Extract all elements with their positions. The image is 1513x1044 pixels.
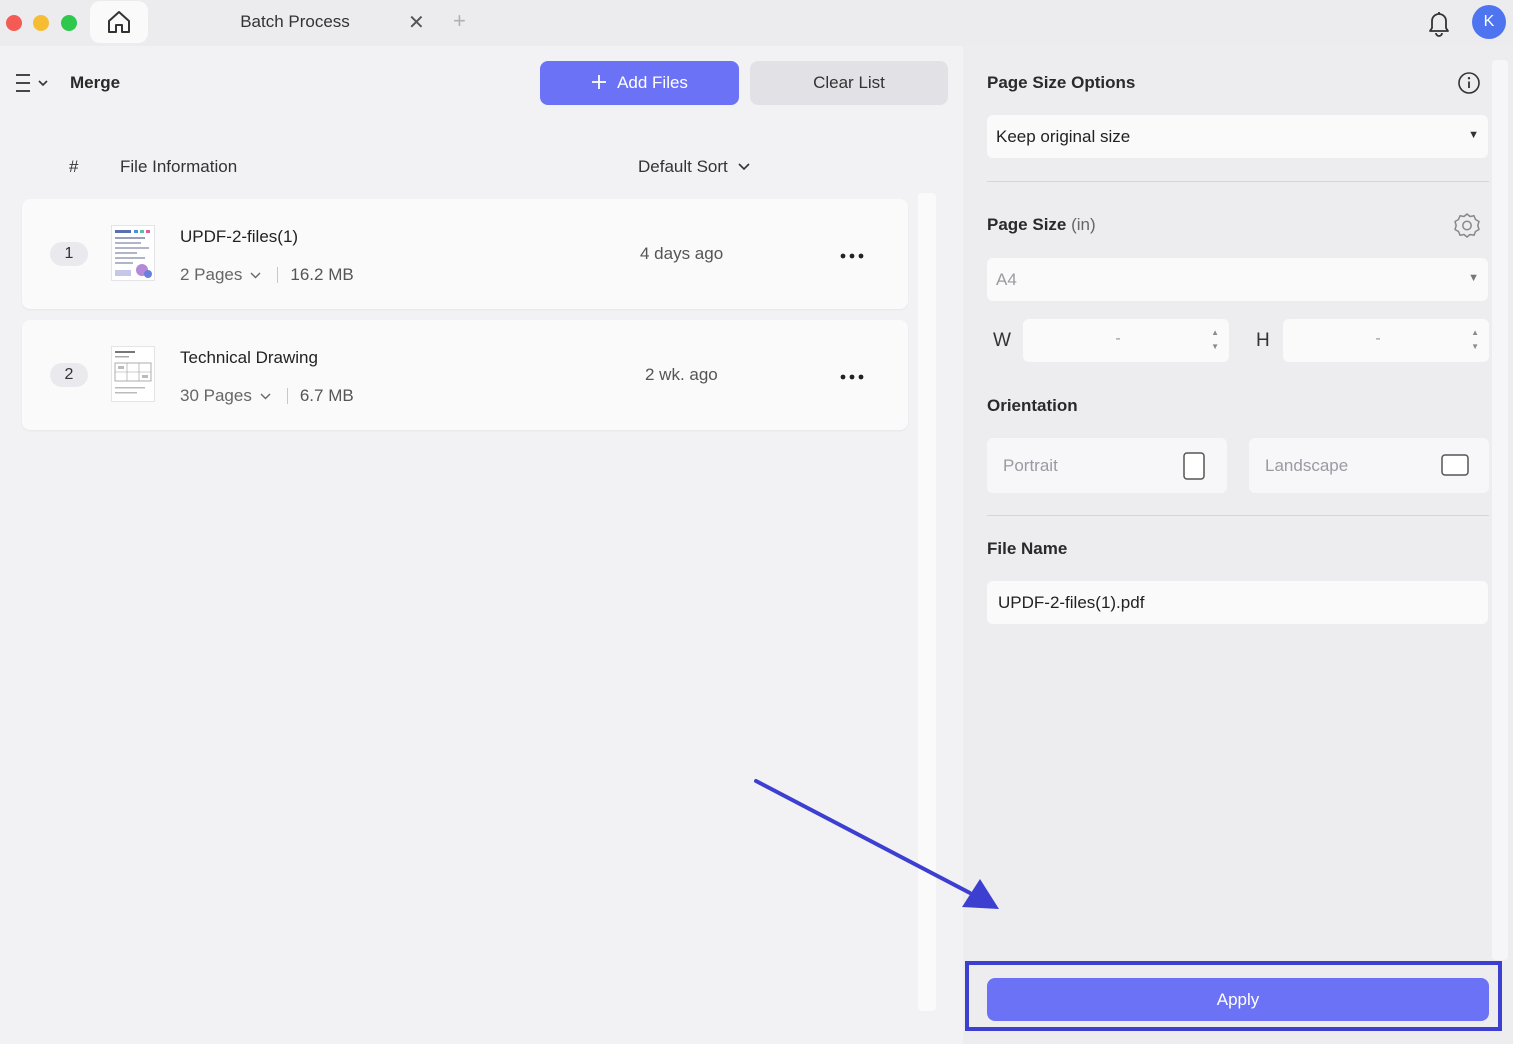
divider bbox=[286, 388, 288, 404]
divider bbox=[987, 181, 1489, 182]
add-files-button[interactable]: Add Files bbox=[540, 61, 739, 105]
file-row[interactable]: 1 UPDF-2-files(1) 2 Pages 16.2 MB 4 days… bbox=[22, 199, 908, 309]
row-index-badge: 2 bbox=[50, 363, 88, 387]
close-window-button[interactable] bbox=[6, 15, 22, 31]
new-tab-icon[interactable]: + bbox=[453, 8, 466, 34]
home-icon bbox=[108, 11, 130, 33]
caret-down-icon: ▼ bbox=[1468, 129, 1479, 141]
height-label: H bbox=[1256, 330, 1270, 351]
divider bbox=[987, 515, 1489, 516]
file-row[interactable]: 2 Technical Drawing 30 Pages 6.7 MB 2 wk… bbox=[22, 320, 908, 430]
minimize-window-button[interactable] bbox=[33, 15, 49, 31]
maximize-window-button[interactable] bbox=[61, 15, 77, 31]
title-bar: Batch Process ✕ + K bbox=[0, 0, 1513, 46]
file-name: UPDF-2-files(1) bbox=[180, 227, 299, 246]
sort-dropdown[interactable]: Default Sort bbox=[638, 157, 750, 177]
row-index-badge: 1 bbox=[50, 242, 88, 266]
page-count-dropdown[interactable]: 2 Pages bbox=[180, 265, 261, 285]
clear-list-button[interactable]: Clear List bbox=[750, 61, 948, 105]
menu-dropdown-icon[interactable] bbox=[14, 72, 50, 99]
file-meta: 2 Pages 16.2 MB bbox=[180, 265, 354, 285]
portrait-page-icon bbox=[1183, 452, 1205, 480]
options-panel-scrollbar[interactable] bbox=[1492, 60, 1508, 960]
file-thumbnail bbox=[111, 346, 155, 402]
sort-label: Default Sort bbox=[638, 157, 728, 176]
tab-batch-process[interactable]: Batch Process bbox=[180, 12, 410, 32]
plus-icon bbox=[591, 73, 607, 93]
width-stepper[interactable]: - ▲ ▼ bbox=[1023, 319, 1229, 362]
divider bbox=[277, 267, 279, 283]
page-size-options-label: Page Size Options bbox=[987, 73, 1136, 92]
portrait-option[interactable]: Portrait bbox=[987, 438, 1227, 493]
more-options-icon[interactable] bbox=[840, 360, 864, 386]
file-name: Technical Drawing bbox=[180, 348, 318, 367]
home-button[interactable] bbox=[90, 1, 148, 43]
more-options-icon[interactable] bbox=[840, 239, 864, 265]
caret-down-icon: ▼ bbox=[1468, 272, 1479, 284]
add-files-label: Add Files bbox=[617, 73, 688, 92]
chevron-down-icon bbox=[738, 163, 750, 171]
info-icon[interactable] bbox=[1457, 71, 1481, 100]
page-count-dropdown[interactable]: 30 Pages bbox=[180, 386, 271, 406]
chevron-down-icon bbox=[250, 272, 261, 278]
apply-button[interactable]: Apply bbox=[987, 978, 1489, 1021]
annotation-arrow-icon bbox=[754, 779, 999, 909]
page-count: 30 Pages bbox=[180, 386, 252, 405]
file-date: 4 days ago bbox=[640, 244, 724, 263]
orientation-label: Orientation bbox=[987, 396, 1078, 415]
file-date: 2 wk. ago bbox=[645, 365, 718, 384]
file-thumbnail bbox=[111, 225, 155, 281]
avatar[interactable]: K bbox=[1472, 5, 1506, 39]
file-name-label: File Name bbox=[987, 539, 1068, 558]
page-size-label: Page Size (in) bbox=[987, 215, 1096, 235]
file-size: 6.7 MB bbox=[299, 386, 354, 405]
page-size-label-text: Page Size bbox=[987, 215, 1067, 234]
file-meta: 30 Pages 6.7 MB bbox=[180, 386, 354, 406]
page-title: Merge bbox=[70, 73, 121, 92]
landscape-option[interactable]: Landscape bbox=[1249, 438, 1489, 493]
file-name-input[interactable]: UPDF-2-files(1).pdf bbox=[987, 581, 1488, 624]
page-size-value: A4 bbox=[996, 269, 1017, 289]
stepper-arrows-icon[interactable]: ▲ ▼ bbox=[1211, 326, 1219, 354]
file-size: 16.2 MB bbox=[290, 265, 354, 284]
page-size-options-value: Keep original size bbox=[996, 126, 1131, 146]
page-size-options-select[interactable]: Keep original size ▼ bbox=[987, 115, 1488, 158]
stepper-arrows-icon[interactable]: ▲ ▼ bbox=[1471, 326, 1479, 354]
chevron-down-icon bbox=[260, 393, 271, 399]
page-size-unit: (in) bbox=[1071, 215, 1096, 234]
page-count: 2 Pages bbox=[180, 265, 243, 284]
page-size-select[interactable]: A4 ▼ bbox=[987, 258, 1488, 301]
column-header-number: # bbox=[69, 157, 79, 176]
height-value: - bbox=[1375, 330, 1381, 347]
portrait-label: Portrait bbox=[1003, 456, 1058, 475]
landscape-page-icon bbox=[1441, 454, 1469, 476]
landscape-label: Landscape bbox=[1265, 456, 1349, 475]
height-stepper[interactable]: - ▲ ▼ bbox=[1283, 319, 1489, 362]
column-header-file-info: File Information bbox=[120, 157, 238, 176]
width-label: W bbox=[993, 330, 1011, 351]
width-value: - bbox=[1115, 330, 1121, 347]
tab-close-icon[interactable]: ✕ bbox=[408, 10, 425, 35]
gear-icon[interactable] bbox=[1452, 211, 1482, 246]
notification-bell-icon[interactable] bbox=[1425, 8, 1453, 43]
